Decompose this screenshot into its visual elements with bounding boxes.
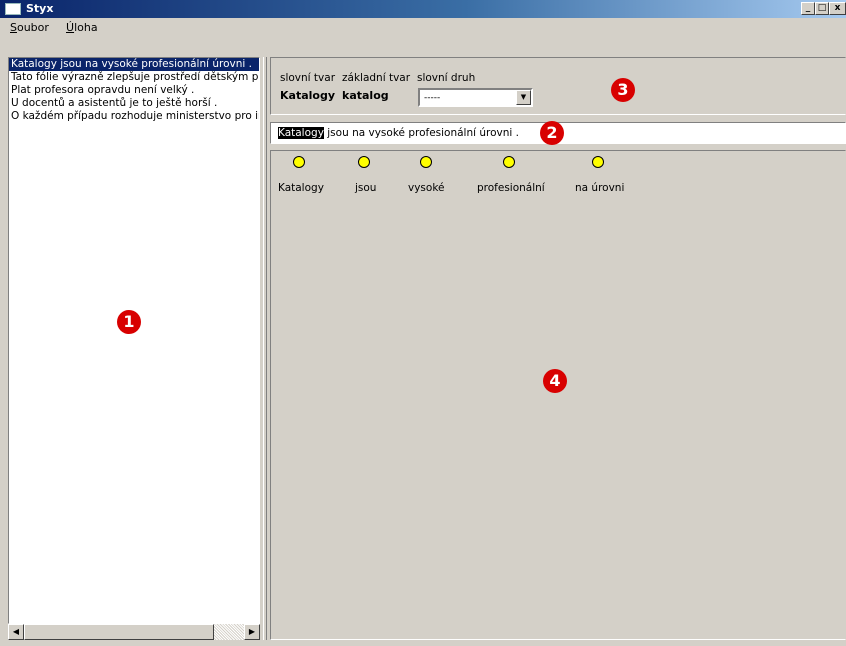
highlighted-word[interactable]: Katalogy [278, 127, 324, 139]
horizontal-scrollbar[interactable]: ◀ ▶ [8, 624, 260, 640]
sentence-item[interactable]: U docentů a asistentů je to ještě horší … [9, 97, 259, 110]
sentence-item[interactable]: Katalogy jsou na vysoké profesionální úr… [9, 58, 259, 71]
tree-node-icon[interactable] [503, 156, 515, 168]
menu-uloha[interactable]: Úloha [66, 21, 98, 34]
form-value: Katalogy [280, 89, 335, 102]
pos-select[interactable]: ----- ▼ [418, 88, 533, 107]
tree-node-label: jsou [355, 182, 377, 194]
tree-node-icon[interactable] [293, 156, 305, 168]
form-label: slovní tvar [280, 72, 336, 84]
tree-node-label: na úrovni [575, 182, 625, 194]
tree-panel[interactable]: Katalogy jsou vysoké profesionální na úr… [270, 150, 846, 640]
pos-label: slovní druh [417, 72, 476, 84]
scroll-track[interactable] [214, 624, 244, 640]
tree-node-label: profesionální [477, 182, 545, 194]
lemma-value: katalog [342, 89, 389, 102]
sentence-item[interactable]: Plat profesora opravdu není velký . [9, 84, 259, 97]
scroll-right-icon[interactable]: ▶ [244, 624, 260, 640]
lemma-label: základní tvar [342, 72, 411, 84]
close-button[interactable]: x [829, 2, 846, 15]
app-icon [5, 3, 21, 15]
tree-node-icon[interactable] [592, 156, 604, 168]
sentence-rest: jsou na vysoké profesionální úrovni . [323, 127, 520, 139]
chevron-down-icon[interactable]: ▼ [516, 90, 531, 105]
current-sentence: Katalogy jsou na vysoké profesionální úr… [278, 127, 519, 139]
menu-bar: Soubor Úloha [0, 18, 846, 37]
callout-badge-3: 3 [611, 78, 635, 102]
title-bar: Styx _ □ x [0, 0, 846, 18]
callout-badge-1: 1 [117, 310, 141, 334]
tree-node-label: Katalogy [278, 182, 324, 194]
maximize-button[interactable]: □ [815, 2, 829, 15]
pos-select-value: ----- [424, 93, 441, 103]
tree-node-label: vysoké [408, 182, 445, 194]
splitter[interactable] [263, 57, 267, 640]
tree-node-icon[interactable] [358, 156, 370, 168]
tree-node-icon[interactable] [420, 156, 432, 168]
sentence-item[interactable]: O každém případu rozhoduje ministerstvo … [9, 110, 259, 123]
sentence-item[interactable]: Tato fólie výrazně zlepšuje prostředí dě… [9, 71, 259, 84]
word-info-panel: slovní tvar základní tvar slovní druh Ka… [270, 57, 846, 115]
sentence-list[interactable]: Katalogy jsou na vysoké profesionální úr… [8, 57, 260, 624]
callout-badge-4: 4 [543, 369, 567, 393]
scroll-thumb[interactable] [24, 624, 214, 640]
callout-badge-2: 2 [540, 121, 564, 145]
scroll-left-icon[interactable]: ◀ [8, 624, 24, 640]
window-title: Styx [26, 2, 54, 15]
menu-soubor[interactable]: Soubor [10, 21, 49, 34]
minimize-button[interactable]: _ [801, 2, 815, 15]
